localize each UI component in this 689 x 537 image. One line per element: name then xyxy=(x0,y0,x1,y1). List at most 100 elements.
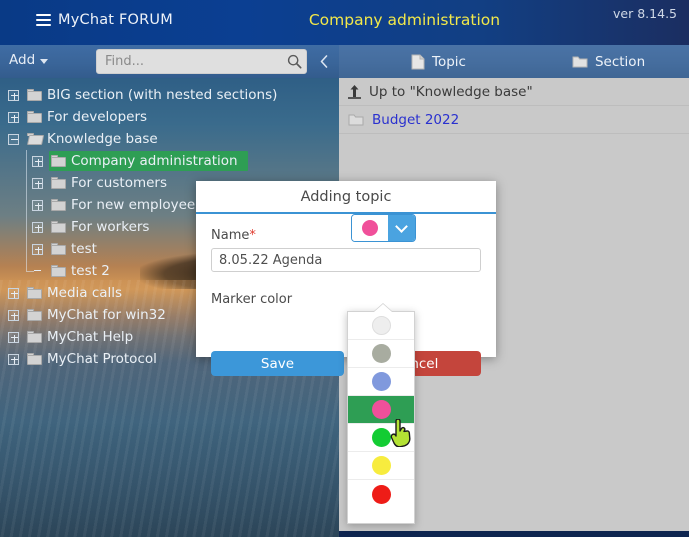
sidebar-item-label: Company administration xyxy=(71,153,238,169)
color-option-red[interactable] xyxy=(348,480,414,508)
topic-link[interactable]: Budget 2022 xyxy=(372,112,459,128)
sidebar-item-company-administration[interactable]: Company administration xyxy=(0,150,339,172)
expand-icon[interactable] xyxy=(32,243,43,255)
sidebar-item-label: For developers xyxy=(47,109,148,125)
folder-icon xyxy=(51,265,66,277)
expand-icon[interactable] xyxy=(32,177,43,189)
color-swatch xyxy=(371,316,391,335)
folder-icon xyxy=(51,177,66,189)
color-swatch xyxy=(371,400,391,419)
color-option-pink[interactable] xyxy=(348,396,414,424)
add-button[interactable]: Add xyxy=(9,52,49,68)
color-option-white[interactable] xyxy=(348,312,414,340)
expand-icon[interactable] xyxy=(8,331,19,343)
up-one-level-row[interactable]: Up to "Knowledge base" xyxy=(339,78,689,106)
expand-icon[interactable] xyxy=(32,155,43,167)
tree-item-content[interactable]: test xyxy=(49,239,107,259)
folder-icon xyxy=(27,353,42,365)
dialog-title: Adding topic xyxy=(300,188,392,205)
tree-guide-line xyxy=(26,238,27,260)
dialog-buttons: Save Cancel xyxy=(211,351,481,376)
expand-icon[interactable] xyxy=(32,199,43,211)
tree-item-content[interactable]: BIG section (with nested sections) xyxy=(25,85,287,105)
tree-guide-line xyxy=(26,194,27,216)
table-row[interactable]: Budget 2022 xyxy=(339,106,689,134)
sidebar-item-label: For workers xyxy=(71,219,150,235)
tree-item-content[interactable]: MyChat Help xyxy=(25,327,143,347)
tree-item-content[interactable]: test 2 xyxy=(49,261,120,281)
tree-item-content[interactable]: For customers xyxy=(49,173,177,193)
sidebar-item-big-section-with-nested-sections[interactable]: BIG section (with nested sections) xyxy=(0,84,339,106)
collapse-sidebar-button[interactable] xyxy=(313,49,335,74)
add-section-button[interactable]: Section xyxy=(572,54,645,70)
sidebar-item-label: For customers xyxy=(71,175,167,191)
sidebar-item-label: test 2 xyxy=(71,263,110,279)
tree-item-content[interactable]: For developers xyxy=(25,107,157,127)
folder-icon xyxy=(27,111,42,123)
tree-spacer xyxy=(32,266,43,277)
save-button[interactable]: Save xyxy=(211,351,344,376)
tree-item-content[interactable]: For new employees xyxy=(49,195,212,215)
color-option-green[interactable] xyxy=(348,424,414,452)
color-dropdown-menu xyxy=(347,311,415,524)
marker-color-picker[interactable] xyxy=(351,214,416,242)
dialog-titlebar: Adding topic xyxy=(196,181,496,214)
sidebar-item-label: For new employees xyxy=(71,197,203,213)
search-input[interactable] xyxy=(97,54,283,69)
color-swatch xyxy=(371,428,391,447)
color-menu-arrow xyxy=(374,304,392,312)
color-option-blue[interactable] xyxy=(348,368,414,396)
color-swatch xyxy=(371,344,391,363)
current-color-swatch-cell[interactable] xyxy=(352,215,388,241)
expand-icon[interactable] xyxy=(8,287,19,299)
dialog-body: Name* Marker color Save Cancel xyxy=(196,214,496,376)
tree-item-content[interactable]: MyChat Protocol xyxy=(25,349,167,369)
folder-icon xyxy=(572,56,588,68)
required-marker: * xyxy=(249,228,256,243)
folder-icon xyxy=(27,309,42,321)
marker-color-label: Marker color xyxy=(211,291,293,307)
expand-icon[interactable] xyxy=(32,221,43,233)
sidebar-item-label: BIG section (with nested sections) xyxy=(47,87,278,103)
arrow-up-folder-icon xyxy=(348,85,361,99)
expand-icon[interactable] xyxy=(8,111,19,123)
name-input[interactable] xyxy=(211,248,481,272)
tree-item-content[interactable]: Knowledge base xyxy=(25,129,168,149)
sidebar-item-label: MyChat Protocol xyxy=(47,351,157,367)
page-title: Company administration xyxy=(308,11,501,29)
tree-item-content[interactable]: For workers xyxy=(49,217,159,237)
color-dropdown-toggle[interactable] xyxy=(388,215,415,241)
collapse-icon[interactable] xyxy=(8,133,19,145)
color-option-yellow[interactable] xyxy=(348,452,414,480)
sidebar-item-label: test xyxy=(71,241,97,257)
color-swatch xyxy=(371,372,391,391)
app-window: MyChat FORUM Company administration ver … xyxy=(0,0,689,537)
expand-icon[interactable] xyxy=(8,309,19,321)
sidebar-item-label: MyChat Help xyxy=(47,329,134,345)
chevron-left-icon xyxy=(320,55,328,68)
status-strip xyxy=(339,531,689,537)
marker-color-row: Marker color xyxy=(211,214,481,313)
expand-icon[interactable] xyxy=(8,353,19,365)
tree-guide-line xyxy=(26,150,27,172)
tree-guide-line xyxy=(26,172,27,194)
search-box[interactable] xyxy=(96,49,307,74)
tree-item-content[interactable]: Media calls xyxy=(25,283,132,303)
sidebar-item-for-developers[interactable]: For developers xyxy=(0,106,339,128)
up-one-level-label: Up to "Knowledge base" xyxy=(369,83,533,100)
folder-icon xyxy=(27,331,42,343)
color-swatch xyxy=(371,456,391,475)
sidebar-item-label: Knowledge base xyxy=(47,131,158,147)
color-option-gray[interactable] xyxy=(348,340,414,368)
add-section-label: Section xyxy=(594,53,646,70)
tree-item-content[interactable]: MyChat for win32 xyxy=(25,305,176,325)
tree-item-content[interactable]: Company administration xyxy=(49,151,248,171)
folder-icon xyxy=(51,199,66,211)
add-topic-button[interactable]: Topic xyxy=(411,54,466,70)
expand-icon[interactable] xyxy=(8,89,19,101)
search-icon[interactable] xyxy=(283,54,306,69)
chevron-down-icon xyxy=(395,219,408,233)
sidebar-item-knowledge-base[interactable]: Knowledge base xyxy=(0,128,339,150)
add-button-label: Add xyxy=(9,52,36,68)
add-topic-label: Topic xyxy=(432,53,466,70)
